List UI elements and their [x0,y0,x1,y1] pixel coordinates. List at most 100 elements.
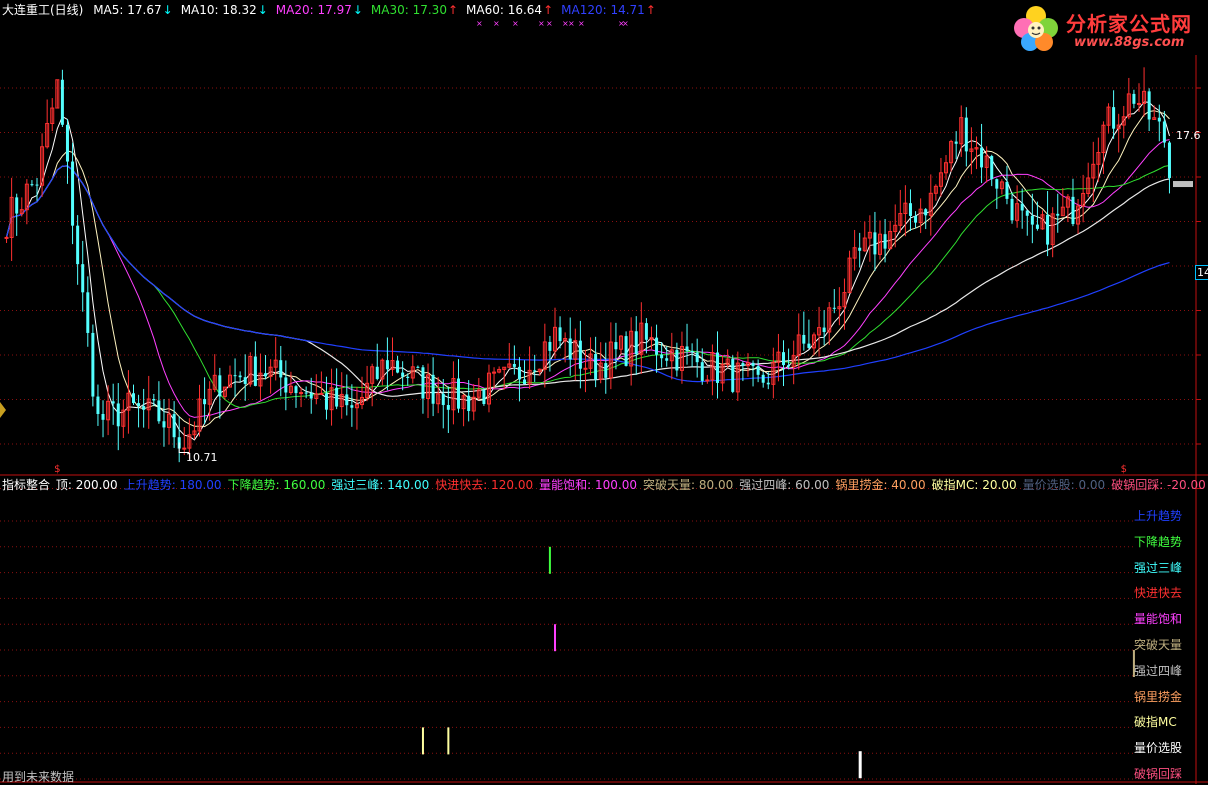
candle-body [131,393,135,404]
candle-body [512,364,516,367]
indicator-label-10: 破锅回踩 [1134,767,1183,781]
candle-body [614,342,618,350]
candle-body [81,264,85,293]
ma-arrow-3: ↑ [447,3,459,17]
candle-body [15,197,19,214]
candle-body [787,365,791,367]
ma5-line [6,101,1170,441]
main-header: 大连重工(日线) MA5: 17.67↓ MA10: 18.32↓ MA20: 17… [2,3,670,17]
ma60-line [5,165,1170,397]
candle-body [954,141,958,144]
indicator-value-4: 快进快去: 120.00 [435,478,534,492]
candle-body [152,399,156,401]
candle-body [583,367,588,370]
candle-body [396,360,400,373]
candle-body [1071,196,1075,225]
indicator-label-7: 锅里捞金 [1134,689,1183,704]
candle-body [1157,117,1161,122]
candle-body [883,234,887,249]
candle-body [172,414,176,438]
candle-body [873,232,877,255]
candle-body [1046,214,1050,245]
candle-body [350,405,354,408]
candle-body [1112,107,1116,129]
candle-body [756,366,760,375]
candle-body [914,215,918,223]
candle-body [568,338,572,360]
candle-body [431,374,435,404]
candle-body [807,343,811,348]
indicator-label-1: 下降趋势 [1134,534,1183,549]
ma-value-5: MA120: 14.71 [561,3,645,17]
candle-body [111,401,115,404]
candle-body [700,362,704,381]
site-logo[interactable]: 分析家公式网 www.88gs.com [1008,2,1204,54]
candle-body [467,395,471,411]
dollar-icon: $ [54,464,60,475]
indicator-values: 顶: 200.00 上升趋势: 180.00 下降趋势: 160.00 强过三峰: 1… [56,478,1208,492]
candle-body [964,117,968,152]
candle-body [690,350,694,353]
candle-body [1162,121,1166,143]
candle-body [253,356,257,386]
candle-body [802,334,806,344]
candle-body [634,331,638,355]
axis-price-label: 14 [1195,265,1208,280]
candle-body [822,327,826,333]
low-price-label: 10.71 [186,451,218,464]
indicator-label-3: 快进快去 [1134,586,1183,601]
candle-body [203,399,207,405]
indicator-value-9: 破指MC: 20.00 [931,478,1017,492]
dollar-icon: $ [1121,464,1127,475]
signal-bar [421,727,424,755]
candle-body [665,358,669,361]
candle-body [233,375,237,377]
candle-body [761,374,765,383]
candle-body [924,209,928,216]
indicator-name: 指标整合 [2,478,51,492]
candle-body [385,360,389,370]
indicator-value-3: 强过三峰: 140.00 [331,478,430,492]
flower-icon [1014,6,1058,51]
candle-body [279,360,283,378]
candle-body [517,366,521,380]
ma-arrow-5: ↑ [645,3,656,17]
candle-body [319,392,324,395]
candle-body [142,406,146,410]
signal-x-icon: × [476,19,483,28]
logo-title: 分析家公式网 [1066,12,1192,36]
candle-body [91,332,95,397]
candle-body [375,366,379,379]
candle-body [345,394,349,406]
candle-body [457,378,461,409]
candle-body [1035,224,1039,229]
candle-body [182,447,187,450]
ma-value-0: MA5: 17.67 [93,3,162,17]
candle-body [1030,215,1034,225]
candle-body [1020,203,1024,211]
indicator-label-8: 破指MC [1134,715,1177,730]
candle-body [624,336,628,366]
candle-body [86,292,90,333]
ma-value-1: MA10: 18.32 [180,3,257,17]
candle-body [284,377,288,393]
footer-note: 用到未来数据 [2,770,75,784]
candle-body [416,366,420,368]
candle-body [980,147,984,168]
candlestick-chart[interactable]: $ $× × × × × × × × ×× [0,0,1208,784]
candle-body [1005,181,1009,199]
candle-body [238,375,242,378]
signal-bar [553,624,556,652]
candle-body [1056,213,1060,216]
candle-body [446,405,450,410]
candle-body [294,386,298,394]
indicator-value-11: 破锅回踩: -20.00 [1111,478,1206,492]
candle-body [218,375,222,397]
candle-body [1136,102,1141,105]
ma-arrow-2: ↓ [352,3,363,17]
indicator-value-5: 量能饱和: 100.00 [539,478,637,492]
candle-body [324,393,328,410]
candle-body [4,236,9,239]
candle-body [675,349,679,371]
signal-bar [858,751,862,779]
